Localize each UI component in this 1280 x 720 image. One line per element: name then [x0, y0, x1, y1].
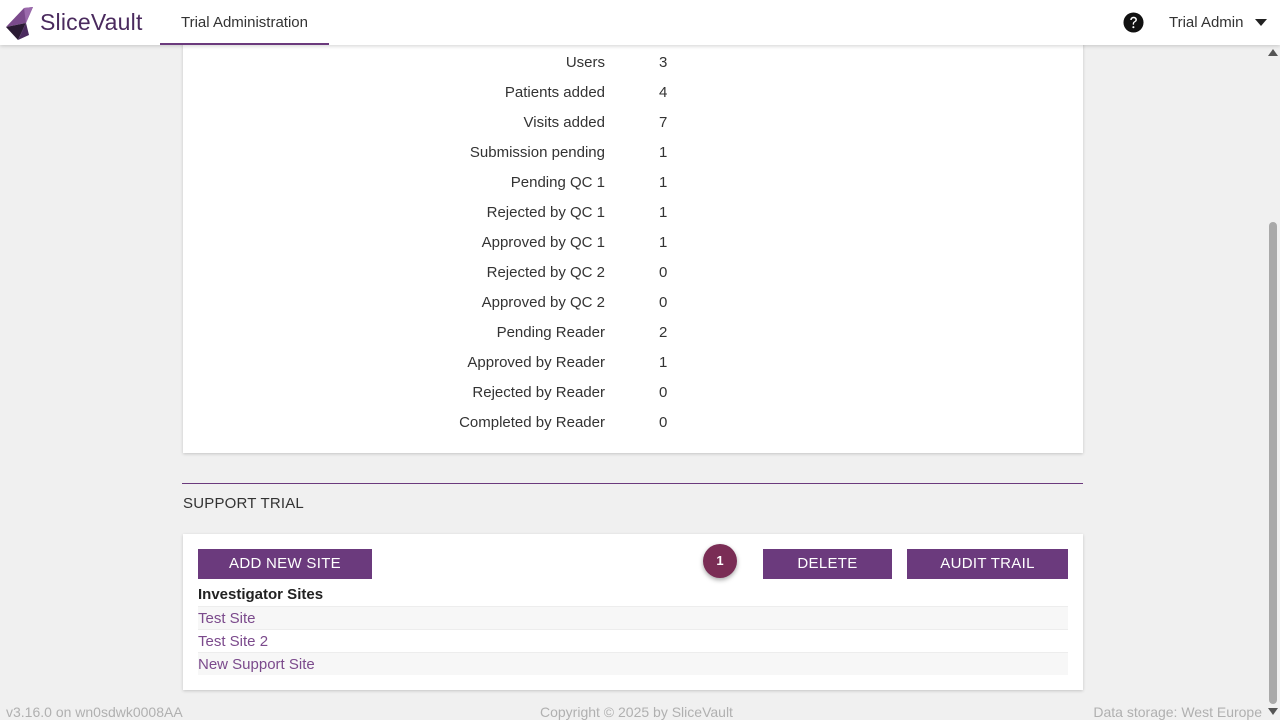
section-title-support-trial: SUPPORT TRIAL — [183, 495, 304, 512]
user-menu[interactable]: Trial Admin — [1169, 0, 1243, 45]
add-new-site-button[interactable]: ADD NEW SITE — [198, 549, 372, 579]
stat-label: Approved by Reader — [467, 354, 605, 371]
stat-row: Patients added 4 — [183, 78, 1083, 108]
stat-row: Rejected by QC 2 0 — [183, 258, 1083, 288]
top-navigation-bar: SliceVault Trial Administration Trial Ad… — [0, 0, 1280, 45]
stat-row: Submission pending 1 — [183, 138, 1083, 168]
stat-value: 1 — [659, 174, 668, 191]
audit-trail-button[interactable]: AUDIT TRAIL — [907, 549, 1068, 579]
site-link[interactable]: New Support Site — [198, 652, 1068, 675]
investigator-sites-card: ADD NEW SITE 1 DELETE AUDIT TRAIL Invest… — [183, 534, 1083, 690]
version-info: v3.16.0 on wn0sdwk0008AA — [6, 704, 183, 720]
stat-label: Approved by QC 1 — [481, 234, 605, 251]
investigator-sites-heading: Investigator Sites — [198, 586, 324, 603]
stat-value: 3 — [659, 54, 668, 71]
stat-row: Pending Reader 2 — [183, 318, 1083, 348]
stat-label: Users — [565, 54, 605, 71]
stat-value: 0 — [659, 294, 668, 311]
stat-value: 1 — [659, 204, 668, 221]
site-link[interactable]: Test Site — [198, 606, 1068, 629]
stat-label: Visits added — [523, 114, 605, 131]
scrollbar-thumb[interactable] — [1269, 222, 1277, 704]
data-storage-info: Data storage: West Europe — [1093, 704, 1262, 720]
tab-trial-administration[interactable]: Trial Administration — [160, 0, 329, 45]
stat-row: Approved by QC 2 0 — [183, 288, 1083, 318]
scroll-up-arrow-icon[interactable] — [1268, 49, 1278, 56]
stat-row: Visits added 7 — [183, 108, 1083, 138]
stat-row: Rejected by QC 1 1 — [183, 198, 1083, 228]
stat-value: 4 — [659, 84, 668, 101]
stat-label: Rejected by QC 2 — [486, 264, 605, 281]
caret-down-icon[interactable] — [1255, 19, 1267, 27]
delete-button[interactable]: DELETE — [763, 549, 892, 579]
stat-label: Pending Reader — [496, 324, 605, 341]
site-link[interactable]: Test Site 2 — [198, 629, 1068, 652]
question-circle-icon[interactable] — [1123, 12, 1144, 33]
stat-value: 0 — [659, 384, 668, 401]
stat-label: Rejected by Reader — [472, 384, 605, 401]
stat-label: Approved by QC 2 — [481, 294, 605, 311]
stat-row: Users 3 — [183, 48, 1083, 78]
stat-row: Pending QC 1 1 — [183, 168, 1083, 198]
stat-value: 2 — [659, 324, 668, 341]
stat-row: Rejected by Reader 0 — [183, 378, 1083, 408]
slicevault-logo-icon[interactable] — [4, 5, 34, 41]
stat-row: Approved by Reader 1 — [183, 348, 1083, 378]
stat-label: Rejected by QC 1 — [486, 204, 605, 221]
notification-badge: 1 — [703, 544, 737, 578]
stat-value: 1 — [659, 144, 668, 161]
stat-label: Patients added — [504, 84, 605, 101]
scroll-down-arrow-icon[interactable] — [1268, 708, 1278, 715]
stat-row: Approved by QC 1 1 — [183, 228, 1083, 258]
stat-value: 0 — [659, 414, 668, 431]
stat-label: Pending QC 1 — [510, 174, 605, 191]
section-divider — [182, 483, 1083, 484]
stat-value: 7 — [659, 114, 668, 131]
stat-value: 0 — [659, 264, 668, 281]
trial-statistics-card: Users 3 Patients added 4 Visits added 7 … — [183, 30, 1083, 453]
stat-row: Completed by Reader 0 — [183, 408, 1083, 438]
stat-label: Completed by Reader — [459, 414, 605, 431]
brand-name[interactable]: SliceVault — [40, 9, 143, 36]
stat-label: Submission pending — [469, 144, 605, 161]
copyright-text: Copyright © 2025 by SliceVault — [540, 704, 733, 720]
stat-value: 1 — [659, 234, 668, 251]
stat-value: 1 — [659, 354, 668, 371]
